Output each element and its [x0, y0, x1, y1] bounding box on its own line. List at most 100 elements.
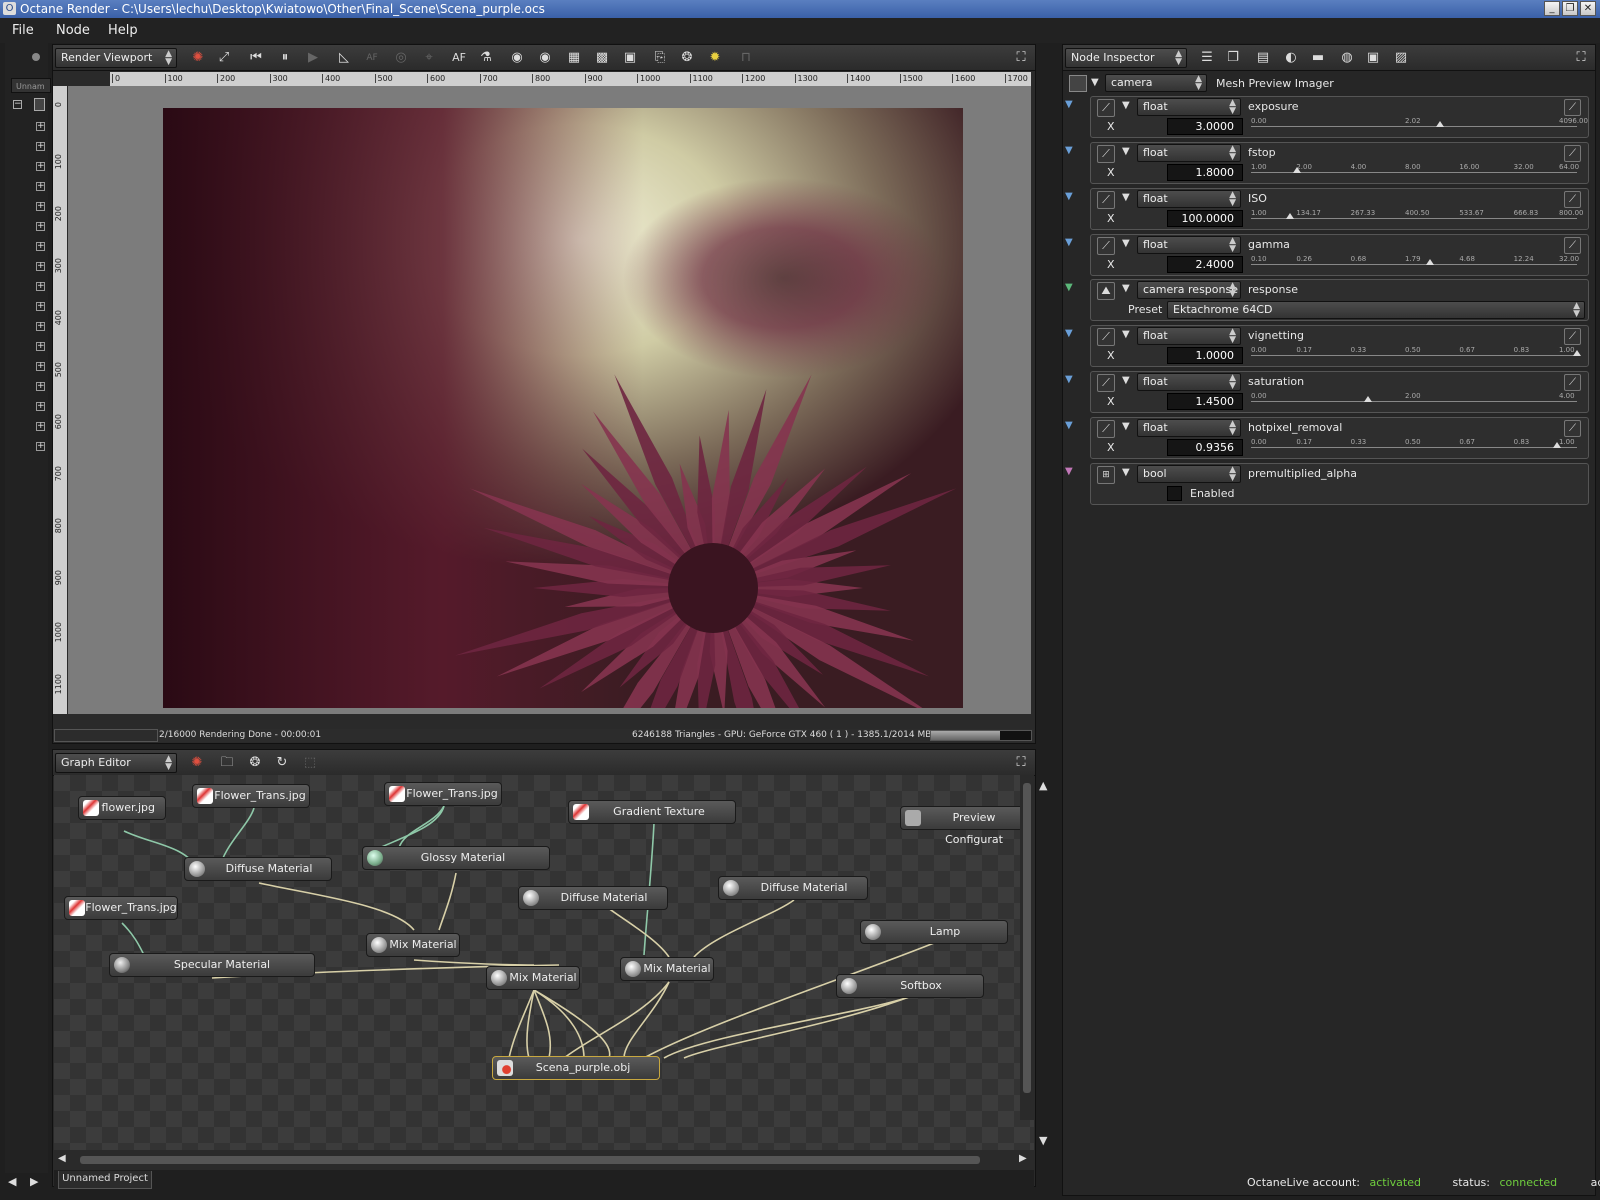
- param-value-input[interactable]: 1.8000: [1167, 164, 1243, 181]
- float-node-icon[interactable]: ⟋: [1097, 420, 1115, 438]
- expand-arrow-icon[interactable]: ▼: [1065, 99, 1073, 110]
- graph-mode-select[interactable]: Graph Editor ▲ ▼: [55, 753, 177, 773]
- param-value-input[interactable]: 3.0000: [1167, 118, 1243, 135]
- param-type-select[interactable]: float ▲ ▼: [1137, 236, 1241, 254]
- bool-type-select[interactable]: bool ▲ ▼: [1137, 465, 1241, 483]
- float-node-icon[interactable]: ⟋: [1097, 145, 1115, 163]
- expand-arrow-icon[interactable]: ▼: [1122, 238, 1130, 249]
- expand-arrow-icon[interactable]: ▼: [1065, 282, 1073, 293]
- tree-expand-icon[interactable]: +: [36, 302, 45, 311]
- af-button[interactable]: AF: [449, 48, 469, 68]
- node-mix-material-1[interactable]: Mix Material: [366, 933, 460, 957]
- tree-expand-icon[interactable]: +: [36, 342, 45, 351]
- menu-file[interactable]: File: [12, 18, 34, 43]
- node-flower-trans-1[interactable]: Flower_Trans.jpg: [192, 784, 310, 808]
- tree-expand-icon[interactable]: +: [36, 162, 45, 171]
- lock-icon[interactable]: ⊓: [736, 48, 756, 68]
- light-icon[interactable]: ✹: [705, 48, 725, 68]
- float-node-icon[interactable]: ⟋: [1097, 99, 1115, 117]
- collapse-all-icon[interactable]: ☰: [1197, 48, 1217, 68]
- expand-arrow-icon[interactable]: ▼: [1065, 420, 1073, 431]
- node-diffuse-material-3[interactable]: Diffuse Material: [718, 876, 868, 900]
- pause-icon[interactable]: ⏸: [275, 48, 295, 68]
- subsample-icon[interactable]: ◉: [535, 48, 555, 68]
- param-value-input[interactable]: 1.0000: [1167, 347, 1243, 364]
- dock-handle-icon[interactable]: [32, 53, 40, 61]
- tree-expand-icon[interactable]: +: [36, 402, 45, 411]
- param-slider[interactable]: 0.00 0.17 0.33 0.50 0.67 0.83 1.00: [1251, 439, 1577, 448]
- tree-expand-icon[interactable]: +: [36, 242, 45, 251]
- menu-help[interactable]: Help: [108, 18, 138, 43]
- restore-button[interactable]: ❐: [1562, 1, 1578, 16]
- node-mix-material-2[interactable]: Mix Material: [486, 966, 580, 990]
- enabled-checkbox[interactable]: [1167, 486, 1182, 501]
- save-material-icon[interactable]: ❂: [245, 753, 265, 773]
- maximize-graph-icon[interactable]: ⛶: [1011, 753, 1031, 773]
- float-node-icon[interactable]: ⟋: [1097, 328, 1115, 346]
- menu-node[interactable]: Node: [56, 18, 90, 43]
- expand-arrow-icon[interactable]: ▼: [1091, 77, 1099, 88]
- param-value-input[interactable]: 1.4500: [1167, 393, 1243, 410]
- expand-arrow-icon[interactable]: ▼: [1122, 421, 1130, 432]
- inspector-mode-select[interactable]: Node Inspector ▲ ▼: [1065, 48, 1187, 68]
- float-node-icon[interactable]: ⟋: [1097, 191, 1115, 209]
- slider-thumb[interactable]: [1553, 442, 1562, 448]
- camera-node-icon[interactable]: ▤: [1253, 48, 1273, 68]
- bool-node-icon[interactable]: ⊞: [1097, 466, 1115, 484]
- node-scena-purple-obj[interactable]: Scena_purple.obj: [492, 1056, 660, 1080]
- param-value-input[interactable]: 0.9356: [1167, 439, 1243, 456]
- scrollbar-thumb[interactable]: [80, 1156, 980, 1164]
- tree-expand-icon[interactable]: +: [36, 362, 45, 371]
- alpha-channel-icon[interactable]: ▩: [592, 48, 612, 68]
- maximize-viewport-icon[interactable]: ⛶: [1011, 48, 1031, 68]
- param-type-select[interactable]: float ▲ ▼: [1137, 98, 1241, 116]
- scrollbar-thumb[interactable]: [1023, 783, 1031, 1093]
- expand-arrow-icon[interactable]: ▼: [1122, 329, 1130, 340]
- node-glossy-material[interactable]: Glossy Material: [362, 846, 550, 870]
- expand-arrow-icon[interactable]: ▼: [1065, 237, 1073, 248]
- expand-arrow-icon[interactable]: ▼: [1122, 192, 1130, 203]
- play-icon[interactable]: ▶: [303, 48, 323, 68]
- transparent-background-icon[interactable]: ▣: [620, 48, 640, 68]
- slider-thumb[interactable]: [1286, 213, 1295, 219]
- imager-node-icon[interactable]: ▬: [1308, 48, 1328, 68]
- stop-render-icon[interactable]: ✺: [188, 48, 208, 68]
- node-gradient-texture[interactable]: Gradient Texture: [568, 800, 736, 824]
- node-specular-material[interactable]: Specular Material: [109, 953, 315, 977]
- refresh-icon[interactable]: ↻: [272, 753, 292, 773]
- param-type-select[interactable]: float ▲ ▼: [1137, 327, 1241, 345]
- expand-arrow-icon[interactable]: ▼: [1065, 191, 1073, 202]
- curve-mode-icon[interactable]: ⟋: [1564, 145, 1581, 162]
- param-type-select[interactable]: float ▲ ▼: [1137, 419, 1241, 437]
- camera-type-select[interactable]: camera ▲ ▼: [1105, 74, 1207, 92]
- expand-arrow-icon[interactable]: ▼: [1065, 374, 1073, 385]
- param-value-input[interactable]: 100.0000: [1167, 210, 1243, 227]
- expand-arrow-icon[interactable]: ▼: [1065, 328, 1073, 339]
- node-mix-material-3[interactable]: Mix Material: [620, 957, 714, 981]
- minimize-button[interactable]: _: [1544, 1, 1560, 16]
- environment-node-icon[interactable]: ◐: [1281, 48, 1301, 68]
- param-value-input[interactable]: 2.4000: [1167, 256, 1243, 273]
- node-flower-trans-3[interactable]: Flower_Trans.jpg: [64, 896, 178, 920]
- camera-target-icon[interactable]: ◎: [391, 48, 411, 68]
- tree-expand-icon[interactable]: +: [36, 222, 45, 231]
- export-passes-icon[interactable]: ❂: [677, 48, 697, 68]
- expand-arrow-icon[interactable]: ▼: [1122, 283, 1130, 294]
- outliner-tab[interactable]: Unnam: [11, 78, 51, 93]
- pick-icon[interactable]: ⌖: [419, 48, 439, 68]
- tree-expand-icon[interactable]: +: [36, 442, 45, 451]
- viewport-mode-select[interactable]: Render Viewport ▲ ▼: [55, 48, 177, 68]
- expand-arrow-icon[interactable]: ▼: [1122, 100, 1130, 111]
- node-softbox[interactable]: Softbox: [836, 974, 984, 998]
- save-render-icon[interactable]: ⎘: [650, 48, 670, 68]
- node-diffuse-material-1[interactable]: Diffuse Material: [184, 857, 332, 881]
- param-slider[interactable]: 1.00 134.17 267.33 400.50 533.67 666.83 800.00: [1251, 210, 1584, 219]
- param-slider[interactable]: 1.00 2.00 4.00 8.00 16.00 32.00 64.00: [1251, 164, 1579, 173]
- expand-arrow-icon[interactable]: ▼: [1122, 467, 1130, 478]
- tree-expand-icon[interactable]: +: [36, 202, 45, 211]
- lock-resolution-icon[interactable]: ▦: [564, 48, 584, 68]
- camera-response-icon[interactable]: ⛰: [1097, 282, 1115, 300]
- tree-collapse-icon[interactable]: −: [13, 100, 22, 109]
- arrange-icon[interactable]: ⬚: [300, 753, 320, 773]
- param-slider[interactable]: 0.10 0.26 0.68 1.79 4.68 12.24 32.00: [1251, 256, 1579, 265]
